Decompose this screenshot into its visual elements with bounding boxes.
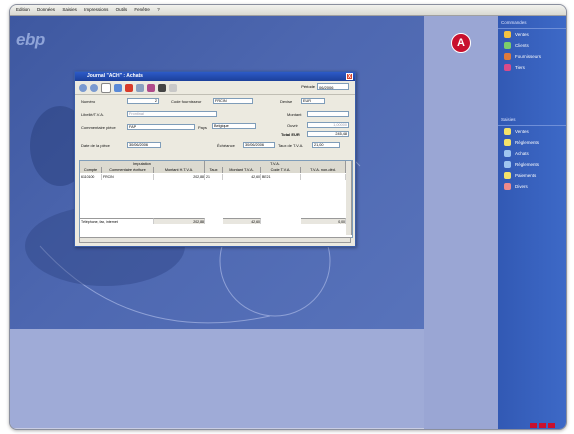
- side-panel: Commandes Ventes Clients Fournisseurs Ti…: [498, 16, 566, 429]
- vertical-scrollbar[interactable]: [346, 161, 352, 235]
- person-icon: [504, 42, 511, 49]
- column-header[interactable]: T.V.A. non-déd.: [301, 167, 346, 173]
- footer-label: Téléphone, fax, internet: [80, 218, 154, 224]
- calculator-icon[interactable]: [147, 83, 155, 92]
- tray-icon: [530, 423, 537, 428]
- numero-field[interactable]: 2: [127, 98, 159, 104]
- journal-icon: [504, 161, 511, 168]
- ouvrir-label: Ouvrir: [287, 123, 298, 128]
- section-title-saisies: Saisies: [498, 113, 566, 126]
- right-workspace: [424, 16, 498, 429]
- side-item-fournisseurs[interactable]: Fournisseurs: [498, 51, 566, 62]
- numero-label: Numéro: [81, 99, 96, 104]
- annotation-marker: A: [451, 33, 471, 53]
- save-icon[interactable]: [114, 83, 122, 92]
- grid-cell[interactable]: 202,88: [154, 174, 205, 180]
- journal-icon: [504, 128, 511, 135]
- grid-cell[interactable]: FRCIN: [102, 174, 154, 180]
- date-piece-label: Date de la pièce: [81, 143, 110, 148]
- side-item-clients[interactable]: Clients: [498, 40, 566, 51]
- grid-cell[interactable]: 21: [205, 174, 223, 180]
- grid-cell[interactable]: 6110100: [80, 174, 102, 180]
- journal-icon: [504, 183, 511, 190]
- pays-label: Pays: [198, 125, 207, 130]
- system-tray: [530, 422, 564, 429]
- grid-cell[interactable]: BE21: [261, 174, 301, 180]
- libelle-field[interactable]: Frontinal: [127, 111, 217, 117]
- print-icon[interactable]: [158, 83, 166, 92]
- code-fournisseur-field[interactable]: FRCIN: [213, 98, 253, 104]
- column-header[interactable]: Compte: [80, 167, 102, 173]
- devise-label: Devise: [280, 99, 293, 104]
- journal-icon: [504, 139, 511, 146]
- montant-label: Montant: [287, 112, 302, 117]
- commentaire-label: Commentaire pièce: [81, 125, 116, 130]
- total-label: Total EUR: [281, 132, 300, 137]
- app-window: Edition Données Saisies Impressions Outi…: [9, 4, 567, 430]
- pays-select[interactable]: Belgique: [212, 123, 256, 129]
- journal-icon: [504, 150, 511, 157]
- menu-donnees[interactable]: Données: [37, 7, 55, 12]
- journal-dialog: Journal "ACH" : Achats X Période 06/2006…: [74, 71, 356, 247]
- column-header[interactable]: Montant H.T.V.A.: [154, 167, 205, 173]
- column-header[interactable]: Montant T.V.A.: [223, 167, 261, 173]
- next-icon[interactable]: [90, 83, 98, 92]
- echeance-label: Échéance: [217, 143, 235, 148]
- previous-icon[interactable]: [79, 83, 87, 92]
- libelle-label: Libellé/T.V.A.: [81, 112, 104, 117]
- tray-icon: [548, 423, 555, 428]
- menu-saisies[interactable]: Saisies: [62, 7, 77, 12]
- echeance-field[interactable]: 30/06/2006: [243, 142, 275, 148]
- side-item-saisie-ventes[interactable]: Ventes: [498, 126, 566, 137]
- code-fournisseur-label: Code fournisseur: [171, 99, 202, 104]
- menu-outils[interactable]: Outils: [116, 7, 128, 12]
- taux-select[interactable]: 21,00: [312, 142, 340, 148]
- menu-bar: Edition Données Saisies Impressions Outi…: [10, 5, 566, 16]
- footer-total-nd: 0,00: [301, 218, 346, 224]
- grid-cell[interactable]: [301, 174, 346, 180]
- document-icon: [504, 31, 511, 38]
- close-button[interactable]: X: [346, 73, 353, 80]
- column-header[interactable]: Commentaire écriture: [102, 167, 154, 173]
- dialog-title: Journal "ACH" : Achats: [87, 73, 143, 79]
- column-header[interactable]: Code T.V.A.: [261, 167, 301, 173]
- total-field: 245,48: [307, 131, 349, 137]
- side-item-ventes[interactable]: Ventes: [498, 29, 566, 40]
- menu-edition[interactable]: Edition: [16, 7, 30, 12]
- side-item-saisie-reglements-2[interactable]: Règlements: [498, 159, 566, 170]
- side-item-saisie-divers[interactable]: Divers: [498, 181, 566, 192]
- menu-help[interactable]: ?: [157, 7, 160, 12]
- ouvrir-field[interactable]: 1,00000: [307, 122, 349, 128]
- section-title-commandes: Commandes: [498, 16, 566, 29]
- truck-icon: [504, 53, 511, 60]
- new-document-icon[interactable]: [101, 82, 111, 93]
- column-header[interactable]: Taux: [205, 167, 223, 173]
- menu-impressions[interactable]: Impressions: [84, 7, 108, 12]
- footer-total-tva: 42,60: [223, 218, 261, 224]
- periode-select[interactable]: 06/2006: [317, 83, 349, 90]
- date-piece-field[interactable]: 30/06/2006: [127, 142, 161, 148]
- grid-cell[interactable]: 42,60: [223, 174, 261, 180]
- tray-icon: [539, 423, 546, 428]
- journal-icon: [504, 172, 511, 179]
- group-icon: [504, 64, 511, 71]
- side-item-saisie-paiements[interactable]: Paiements: [498, 170, 566, 181]
- imputation-grid: Imputation T.V.A. Compte Commentaire écr…: [79, 160, 353, 238]
- devise-select[interactable]: EUR: [301, 98, 325, 104]
- footer-total-ht: 202,88: [154, 218, 205, 224]
- periode-label: Période: [301, 84, 315, 89]
- side-item-saisie-reglements[interactable]: Règlements: [498, 137, 566, 148]
- commentaire-field[interactable]: FAP: [127, 124, 195, 130]
- side-item-tiers[interactable]: Tiers: [498, 62, 566, 73]
- dialog-titlebar: Journal "ACH" : Achats X: [75, 72, 355, 81]
- menu-fenetre[interactable]: Fenêtre: [134, 7, 150, 12]
- help-icon[interactable]: [169, 83, 177, 92]
- delete-icon[interactable]: [125, 83, 133, 92]
- montant-field[interactable]: [307, 111, 349, 117]
- horizontal-scrollbar[interactable]: [79, 237, 351, 243]
- search-icon[interactable]: [136, 83, 144, 92]
- taux-label: Taux de T.V.A.: [278, 143, 304, 148]
- side-item-saisie-achats[interactable]: Achats: [498, 148, 566, 159]
